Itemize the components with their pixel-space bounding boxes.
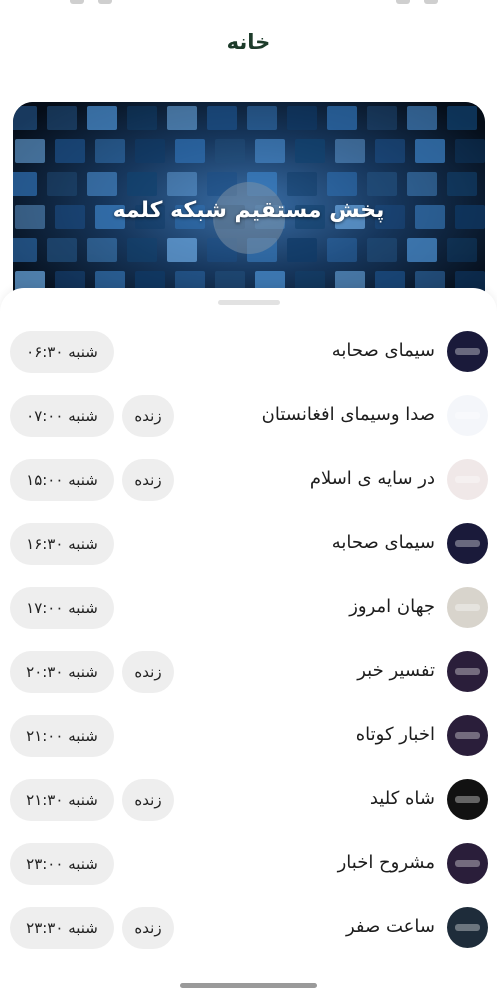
live-badge[interactable]: زنده (122, 651, 174, 693)
schedule-row[interactable]: صدا وسیمای افغانستان شنبه ۰۷:۰۰ زنده (0, 384, 497, 448)
live-badge[interactable]: زنده (122, 907, 174, 949)
broadcast-time-chip[interactable]: شنبه ۱۷:۰۰ (10, 587, 114, 629)
zero-hour-logo-icon (447, 907, 488, 948)
sima-sahaba-logo-icon (447, 523, 488, 564)
short-news-logo-icon (447, 715, 488, 756)
broadcast-time-chip[interactable]: شنبه ۲۱:۰۰ (10, 715, 114, 757)
schedule-row[interactable]: ساعت صفر شنبه ۲۳:۳۰ زنده (0, 896, 497, 960)
schedule-row[interactable]: سیمای صحابه شنبه ۰۶:۳۰ (0, 320, 497, 384)
schedule-row[interactable]: جهان امروز شنبه ۱۷:۰۰ (0, 576, 497, 640)
program-name: در سایه ی اسلام (309, 468, 435, 489)
status-icon (424, 0, 438, 4)
schedule-row[interactable]: اخبار کوتاه شنبه ۲۱:۰۰ (0, 704, 497, 768)
broadcast-time-chip[interactable]: شنبه ۲۳:۳۰ (10, 907, 114, 949)
program-name: جهان امروز (349, 596, 435, 617)
master-key-logo-icon (447, 779, 488, 820)
shade-of-islam-logo-icon (447, 459, 488, 500)
schedule-row[interactable]: مشروح اخبار شنبه ۲۳:۰۰ (0, 832, 497, 896)
program-name: سیمای صحابه (331, 340, 435, 361)
afghanistan-broadcast-logo-icon (447, 395, 488, 436)
broadcast-time-chip[interactable]: شنبه ۲۳:۰۰ (10, 843, 114, 885)
program-name: ساعت صفر (345, 916, 435, 937)
program-name: مشروح اخبار (337, 852, 435, 873)
page-title: خانه (226, 30, 271, 54)
drag-handle[interactable] (218, 300, 280, 305)
broadcast-time-chip[interactable]: شنبه ۰۶:۳۰ (10, 331, 114, 373)
broadcast-time-chip[interactable]: شنبه ۲۱:۳۰ (10, 779, 114, 821)
live-badge[interactable]: زنده (122, 395, 174, 437)
live-badge[interactable]: زنده (122, 779, 174, 821)
home-indicator[interactable] (180, 983, 317, 988)
status-icon (98, 0, 112, 4)
schedule-row[interactable]: شاه کلید شنبه ۲۱:۳۰ زنده (0, 768, 497, 832)
schedule-row[interactable]: تفسیر خبر شنبه ۲۰:۳۰ زنده (0, 640, 497, 704)
status-icon (396, 0, 410, 4)
news-commentary-logo-icon (447, 651, 488, 692)
status-icon (70, 0, 84, 4)
schedule-row[interactable]: سیمای صحابه شنبه ۱۶:۳۰ (0, 512, 497, 576)
program-name: اخبار کوتاه (355, 724, 435, 745)
broadcast-time-chip[interactable]: شنبه ۱۶:۳۰ (10, 523, 114, 565)
schedule-row[interactable]: در سایه ی اسلام شنبه ۱۵:۰۰ زنده (0, 448, 497, 512)
broadcast-time-chip[interactable]: شنبه ۰۷:۰۰ (10, 395, 114, 437)
world-today-logo-icon (447, 587, 488, 628)
program-name: تفسیر خبر (357, 660, 435, 681)
sima-sahaba-logo-icon (447, 331, 488, 372)
program-name: صدا وسیمای افغانستان (261, 404, 435, 425)
broadcast-time-chip[interactable]: شنبه ۲۰:۳۰ (10, 651, 114, 693)
broadcast-time-chip[interactable]: شنبه ۱۵:۰۰ (10, 459, 114, 501)
status-bar (0, 0, 497, 8)
program-name: سیمای صحابه (331, 532, 435, 553)
detailed-news-logo-icon (447, 843, 488, 884)
live-badge[interactable]: زنده (122, 459, 174, 501)
banner-title: پخش مستقیم شبکه کلمه (112, 198, 385, 223)
program-name: شاه کلید (369, 788, 435, 809)
